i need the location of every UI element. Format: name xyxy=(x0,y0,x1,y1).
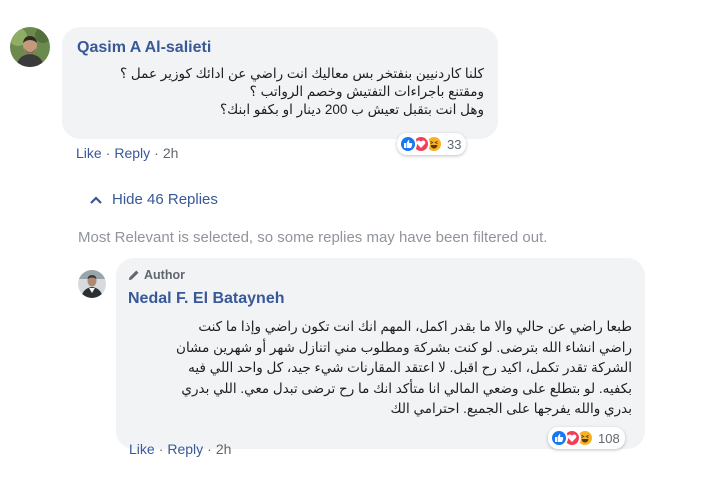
hide-replies-button[interactable]: Hide 46 Replies xyxy=(90,191,218,208)
reply-author-name[interactable]: Nedal F. El Batayneh xyxy=(128,290,285,308)
like-button[interactable]: Like xyxy=(76,145,102,161)
comment-line: وهل انت بتقبل تعيش ب 200 دينار او بكفو ا… xyxy=(219,102,484,117)
comment-line: ومقتنع باجراءات التفتيش وخصم الرواتب ؟ xyxy=(249,84,484,99)
author-badge: Author xyxy=(128,268,185,282)
reaction-count: 108 xyxy=(598,430,620,446)
chevron-up-icon xyxy=(90,195,102,204)
profile-photo-icon xyxy=(10,27,50,67)
like-reaction-icon xyxy=(399,135,417,153)
separator: · xyxy=(158,441,164,457)
profile-photo-icon xyxy=(78,270,106,298)
filter-note: Most Relevant is selected, so some repli… xyxy=(78,229,548,246)
pencil-icon xyxy=(129,270,139,280)
reply-reactions[interactable]: 108 xyxy=(548,427,625,449)
comment-text: كلنا كاردنيين بنفتخر بس معاليك انت راضي … xyxy=(74,65,484,119)
separator: · xyxy=(207,441,212,457)
reply-line: بكفيه. لو بتطلع على وضعي المالي انا متأك… xyxy=(181,380,632,396)
reply-button[interactable]: Reply xyxy=(114,145,150,161)
comment-actions: Like · Reply · 2h xyxy=(76,145,178,161)
reply-line: راضي انشاء الله بترضى. لو كنت بشركة ومطل… xyxy=(176,339,632,355)
like-reaction-icon xyxy=(550,429,568,447)
reply-line: طبعا راضي عن حالي والا ما بقدر اكمل، الم… xyxy=(198,319,632,334)
separator: · xyxy=(154,145,159,161)
author-badge-label: Author xyxy=(144,268,185,282)
reply-actions: Like · Reply · 2h xyxy=(129,441,231,457)
comment-line: كلنا كاردنيين بنفتخر بس معاليك انت راضي … xyxy=(120,66,484,81)
reply-text: طبعا راضي عن حالي والا ما بقدر اكمل، الم… xyxy=(127,317,632,420)
comment-reactions[interactable]: 33 xyxy=(397,133,467,155)
comment-author-name[interactable]: Qasim A Al-salieti xyxy=(77,39,211,57)
commenter-avatar[interactable] xyxy=(10,27,50,67)
reply-button[interactable]: Reply xyxy=(167,441,203,457)
reply-timestamp[interactable]: 2h xyxy=(216,441,232,457)
reply-line: الشركة تقدر تكمل، اكيد رح اقبل. لا اعتقد… xyxy=(188,360,632,375)
separator: · xyxy=(105,145,111,161)
reply-bubble: Author Nedal F. El Batayneh طبعا راضي عن… xyxy=(116,258,645,449)
comment-timestamp[interactable]: 2h xyxy=(163,145,179,161)
reply-line: بدري والله يفرجها على الجميع. احترامي ال… xyxy=(390,401,632,416)
like-button[interactable]: Like xyxy=(129,441,155,457)
reply-author-avatar[interactable] xyxy=(78,270,106,298)
comment-bubble: Qasim A Al-salieti كلنا كاردنيين بنفتخر … xyxy=(62,27,498,139)
reaction-count: 33 xyxy=(447,136,462,152)
hide-replies-label: Hide 46 Replies xyxy=(112,191,218,208)
